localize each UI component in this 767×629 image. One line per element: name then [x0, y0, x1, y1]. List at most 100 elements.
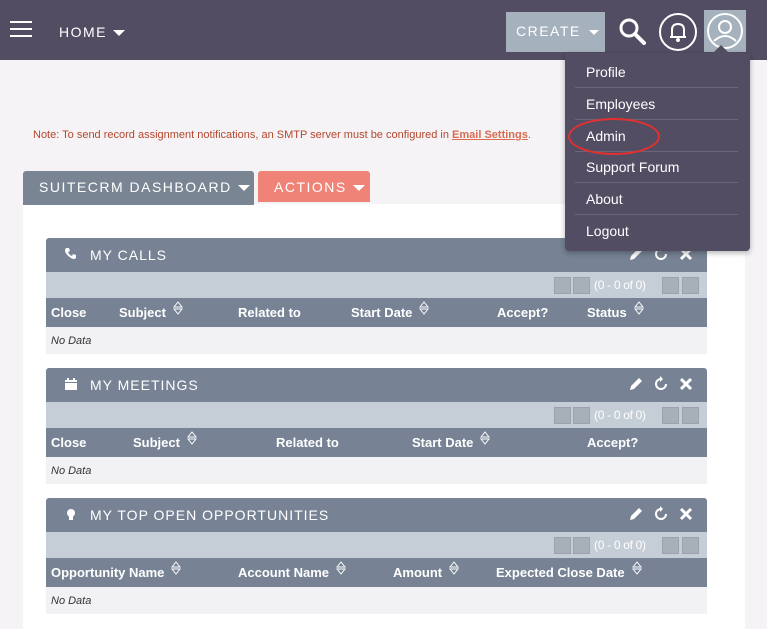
column-headers: Close Subject Related to Start Date Acce…: [46, 298, 707, 327]
column-label: Opportunity Name: [51, 565, 165, 580]
dashlet-title: MY CALLS: [90, 247, 167, 263]
close-icon[interactable]: [677, 505, 695, 523]
first-page-icon[interactable]: [554, 277, 571, 294]
dashlet-title: MY MEETINGS: [90, 377, 199, 393]
tab-suitecrm-dashboard[interactable]: SUITECRM DASHBOARD: [23, 171, 254, 205]
column-status[interactable]: Status: [587, 301, 644, 320]
admin-highlight-circle: [568, 118, 660, 155]
pagination-bar: (0 - 0 of 0): [46, 532, 707, 558]
notifications-bell-icon[interactable]: [659, 13, 697, 51]
column-start-date[interactable]: Start Date: [351, 301, 430, 320]
edit-pencil-icon[interactable]: [627, 375, 645, 393]
edit-pencil-icon[interactable]: [627, 505, 645, 523]
close-icon[interactable]: [677, 375, 695, 393]
top-navigation-bar: HOME CREATE: [0, 0, 767, 60]
sort-icon[interactable]: [336, 561, 347, 575]
column-label: Status: [587, 305, 627, 320]
chevron-down-icon: [588, 29, 599, 35]
column-label: Start Date: [351, 305, 413, 320]
column-related-to[interactable]: Related to: [238, 305, 301, 320]
dashlet-my-meetings: MY MEETINGS (0 - 0 of 0) Close Subject R…: [46, 368, 707, 484]
first-page-icon[interactable]: [554, 537, 571, 554]
no-data-row: No Data: [46, 587, 707, 614]
chevron-down-icon: [237, 185, 250, 192]
smtp-note-text: Note: To send record assignment notifica…: [33, 129, 449, 141]
column-label: Amount: [393, 565, 443, 580]
sort-icon[interactable]: [171, 561, 182, 575]
column-subject[interactable]: Subject: [133, 431, 197, 450]
dashlet-my-calls: MY CALLS (0 - 0 of 0) Close Subject Rela…: [46, 238, 707, 354]
sort-icon[interactable]: [449, 561, 460, 575]
actions-label: ACTIONS: [274, 179, 347, 195]
sort-icon[interactable]: [419, 301, 430, 315]
dashlet-header: MY TOP OPEN OPPORTUNITIES: [46, 498, 707, 532]
lightbulb-icon: [67, 509, 75, 520]
menu-item-employees[interactable]: Employees: [575, 89, 738, 120]
dashboard-tab-label: SUITECRM DASHBOARD: [39, 179, 232, 195]
sort-icon[interactable]: [172, 301, 183, 315]
home-menu[interactable]: HOME: [59, 24, 125, 40]
no-data-row: No Data: [46, 457, 707, 484]
pagination-text: (0 - 0 of 0): [594, 278, 646, 292]
user-avatar-icon: [707, 13, 743, 49]
prev-page-icon[interactable]: [573, 277, 590, 294]
last-page-icon[interactable]: [682, 407, 699, 424]
column-label: Start Date: [412, 435, 474, 450]
column-start-date[interactable]: Start Date: [412, 431, 491, 450]
sort-icon[interactable]: [480, 431, 491, 445]
pagination-text: (0 - 0 of 0): [594, 408, 646, 422]
column-expected-close-date[interactable]: Expected Close Date: [496, 561, 642, 580]
chevron-down-icon: [113, 30, 125, 37]
column-label: Subject: [119, 305, 166, 320]
next-page-icon[interactable]: [662, 277, 679, 294]
column-headers: Close Subject Related to Start Date Acce…: [46, 428, 707, 457]
phone-icon: [65, 248, 76, 259]
dashlet-title: MY TOP OPEN OPPORTUNITIES: [90, 507, 330, 523]
column-label: Account Name: [238, 565, 330, 580]
sort-icon[interactable]: [186, 431, 197, 445]
pagination-bar: (0 - 0 of 0): [46, 402, 707, 428]
pagination-bar: (0 - 0 of 0): [46, 272, 707, 298]
last-page-icon[interactable]: [682, 277, 699, 294]
create-label: CREATE: [516, 23, 581, 39]
column-accept[interactable]: Accept?: [587, 435, 638, 450]
next-page-icon[interactable]: [662, 407, 679, 424]
refresh-icon[interactable]: [652, 505, 670, 523]
column-account-name[interactable]: Account Name: [238, 561, 347, 580]
no-data-row: No Data: [46, 327, 707, 354]
prev-page-icon[interactable]: [573, 407, 590, 424]
column-subject[interactable]: Subject: [119, 301, 183, 320]
last-page-icon[interactable]: [682, 537, 699, 554]
prev-page-icon[interactable]: [573, 537, 590, 554]
refresh-icon[interactable]: [652, 375, 670, 393]
column-close[interactable]: Close: [51, 435, 86, 450]
column-amount[interactable]: Amount: [393, 561, 460, 580]
smtp-note-suffix: .: [527, 129, 531, 141]
pagination-text: (0 - 0 of 0): [594, 538, 646, 552]
home-label: HOME: [59, 24, 107, 40]
column-label: Subject: [133, 435, 180, 450]
actions-button[interactable]: ACTIONS: [258, 171, 370, 202]
dashlet-my-top-open-opportunities: MY TOP OPEN OPPORTUNITIES (0 - 0 of 0) O…: [46, 498, 707, 614]
email-settings-link[interactable]: Email Settings: [452, 129, 528, 141]
sort-icon[interactable]: [631, 561, 642, 575]
column-label: Expected Close Date: [496, 565, 625, 580]
menu-item-about[interactable]: About: [575, 184, 738, 215]
search-icon[interactable]: [618, 17, 646, 45]
sort-icon[interactable]: [633, 301, 644, 315]
create-button[interactable]: CREATE: [506, 12, 605, 52]
dashlet-header: MY MEETINGS: [46, 368, 707, 402]
column-close[interactable]: Close: [51, 305, 86, 320]
column-accept[interactable]: Accept?: [497, 305, 548, 320]
menu-item-profile[interactable]: Profile: [575, 57, 738, 88]
column-headers: Opportunity Name Account Name Amount Exp…: [46, 558, 707, 587]
calendar-icon: [65, 378, 77, 390]
menu-item-support-forum[interactable]: Support Forum: [575, 152, 738, 183]
chevron-down-icon: [352, 185, 365, 192]
hamburger-menu-icon[interactable]: [10, 20, 32, 38]
next-page-icon[interactable]: [662, 537, 679, 554]
column-related-to[interactable]: Related to: [276, 435, 339, 450]
first-page-icon[interactable]: [554, 407, 571, 424]
menu-item-logout[interactable]: Logout: [575, 216, 738, 247]
column-opportunity-name[interactable]: Opportunity Name: [51, 561, 182, 580]
